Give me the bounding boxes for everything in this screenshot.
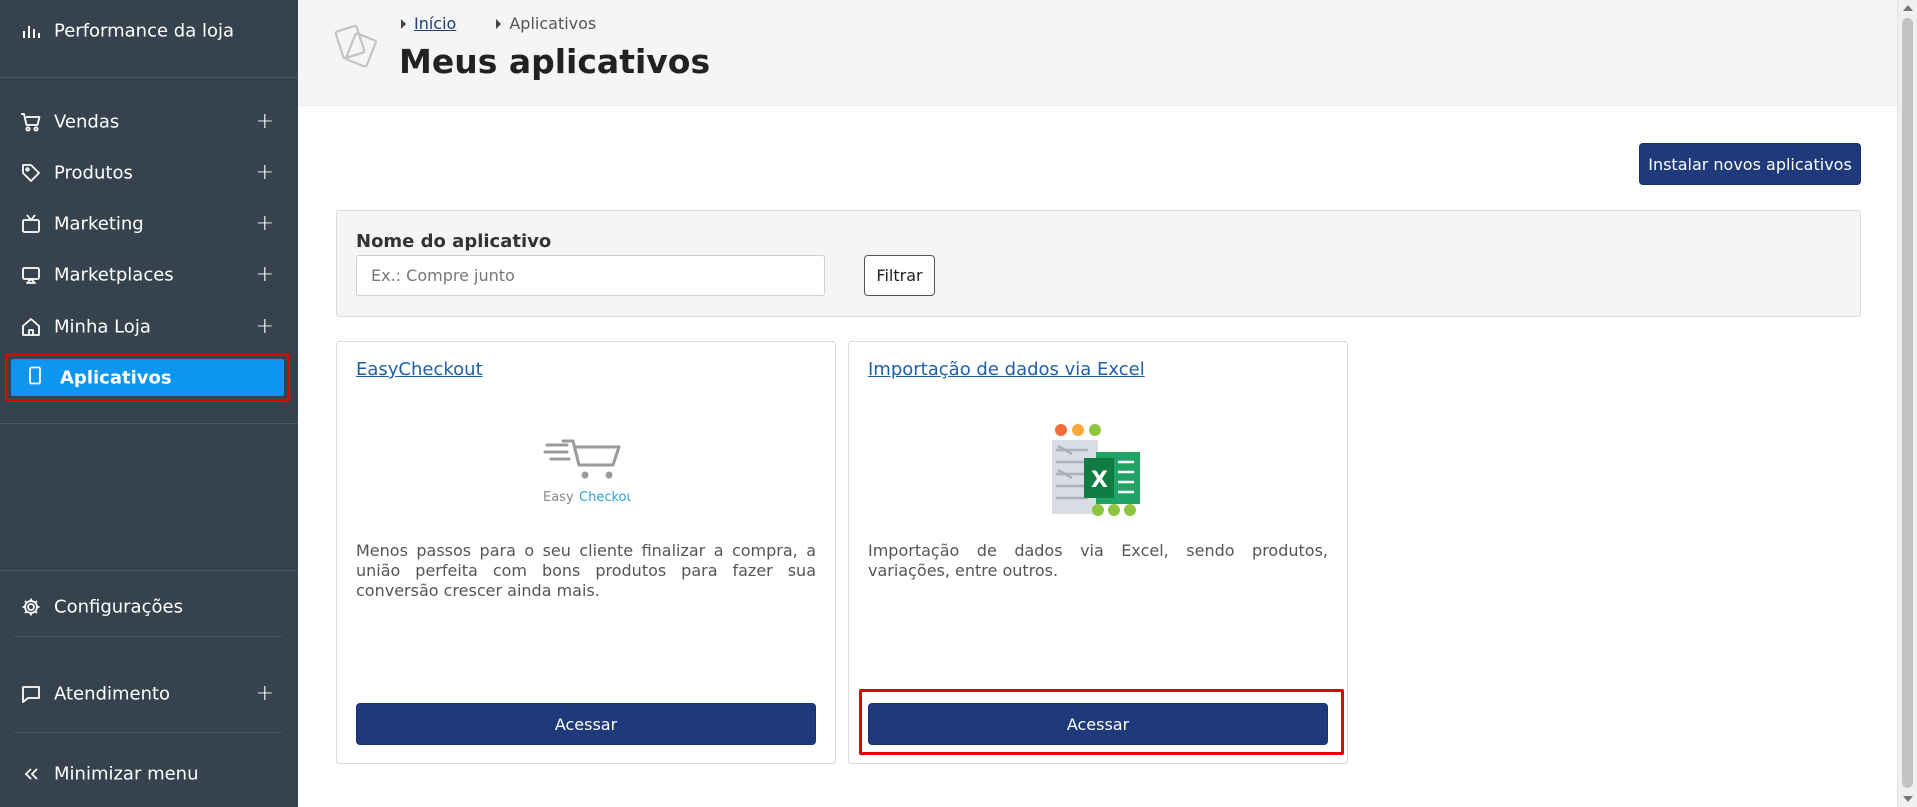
app-name-input[interactable]: [356, 255, 825, 296]
app-description: Menos passos para o seu cliente finaliza…: [356, 541, 816, 600]
expand-icon[interactable]: +: [256, 683, 274, 705]
chat-icon: [20, 683, 42, 705]
sidebar-item-marketing[interactable]: Marketing +: [0, 199, 298, 249]
sidebar-item-vendas[interactable]: Vendas +: [0, 97, 298, 147]
sidebar-item-performance[interactable]: Performance da loja: [0, 6, 298, 56]
home-icon: [20, 316, 42, 338]
monitor-icon: [20, 264, 42, 286]
sidebar-item-atendimento[interactable]: Atendimento +: [0, 669, 298, 719]
sidebar-item-aplicativos[interactable]: Aplicativos: [5, 353, 290, 402]
expand-icon[interactable]: +: [256, 111, 274, 133]
sidebar-divider: [0, 77, 298, 78]
filter-button[interactable]: Filtrar: [864, 255, 935, 296]
filter-label: Nome do aplicativo: [356, 231, 552, 252]
sidebar-item-label: Marketing: [54, 213, 144, 235]
breadcrumb-item: Aplicativos: [496, 14, 596, 33]
caret-right-icon: [496, 18, 502, 29]
page-header: Início Aplicativos Meus aplicativos: [298, 0, 1897, 106]
sidebar-divider: [0, 570, 298, 571]
sidebar-item-minha-loja[interactable]: Minha Loja +: [0, 302, 298, 352]
scroll-up-arrow-icon[interactable]: [1903, 5, 1913, 11]
cart-icon: [20, 111, 42, 133]
minimize-menu-button[interactable]: Minimizar menu: [0, 749, 298, 799]
sidebar-item-label: Produtos: [54, 162, 133, 184]
app-title-link[interactable]: EasyCheckout: [356, 359, 483, 380]
app-card-excel-import: Importação de dados via Excel X Importaç…: [848, 341, 1348, 764]
scroll-thumb[interactable]: [1902, 18, 1913, 788]
breadcrumb-link-inicio[interactable]: Início: [414, 14, 456, 33]
app-card-easycheckout: EasyCheckout Easy Checkout Menos passos …: [336, 341, 836, 764]
tag-icon: [20, 162, 42, 184]
sidebar-divider: [14, 732, 282, 733]
sidebar-divider: [14, 636, 282, 637]
access-button[interactable]: Acessar: [868, 703, 1328, 745]
sidebar-item-label: Aplicativos: [60, 367, 172, 388]
caret-right-icon: [401, 18, 406, 29]
logo-text-easy: Easy: [543, 490, 574, 505]
sidebar-item-marketplaces[interactable]: Marketplaces +: [0, 250, 298, 300]
page-title: Meus aplicativos: [399, 42, 711, 81]
double-chevron-left-icon: [20, 763, 42, 785]
sidebar-item-label: Minimizar menu: [54, 763, 199, 785]
expand-icon[interactable]: +: [256, 264, 274, 286]
gear-icon: [20, 596, 42, 618]
active-highlight: Aplicativos: [11, 359, 284, 396]
excel-logo-letter: X: [1091, 468, 1108, 493]
tv-icon: [20, 213, 42, 235]
apps-icon: [334, 22, 380, 75]
sidebar-item-label: Marketplaces: [54, 264, 174, 286]
vertical-scrollbar[interactable]: [1897, 0, 1917, 807]
sidebar-item-produtos[interactable]: Produtos +: [0, 148, 298, 198]
logo-text-checkout: Checkout: [579, 490, 631, 505]
sidebar-divider: [0, 423, 298, 424]
expand-icon[interactable]: +: [256, 162, 274, 184]
sidebar-item-configuracoes[interactable]: Configurações: [0, 582, 298, 632]
breadcrumb-item: Início: [401, 14, 456, 33]
sidebar-item-label: Configurações: [54, 596, 183, 618]
sidebar: Performance da loja Vendas + Produtos + …: [0, 0, 298, 807]
app-title-link[interactable]: Importação de dados via Excel: [868, 359, 1145, 380]
filter-panel: Nome do aplicativo Filtrar: [336, 210, 1861, 317]
sidebar-item-label: Minha Loja: [54, 316, 151, 338]
sidebar-item-label: Atendimento: [54, 683, 171, 705]
expand-icon[interactable]: +: [256, 213, 274, 235]
sidebar-item-label: Vendas: [54, 111, 120, 133]
bar-chart-icon: [20, 20, 42, 42]
breadcrumb: Início Aplicativos: [401, 14, 596, 33]
app-description: Importação de dados via Excel, sendo pro…: [868, 541, 1328, 580]
scroll-down-arrow-icon[interactable]: [1903, 796, 1913, 802]
easycheckout-logo: Easy Checkout: [337, 422, 835, 522]
access-button[interactable]: Acessar: [356, 703, 816, 745]
expand-icon[interactable]: +: [256, 316, 274, 338]
phone-icon: [28, 365, 42, 390]
excel-import-logo: X: [849, 422, 1347, 522]
breadcrumb-current: Aplicativos: [509, 14, 597, 33]
sidebar-item-label: Performance da loja: [54, 20, 235, 42]
install-apps-button[interactable]: Instalar novos aplicativos: [1639, 143, 1861, 185]
